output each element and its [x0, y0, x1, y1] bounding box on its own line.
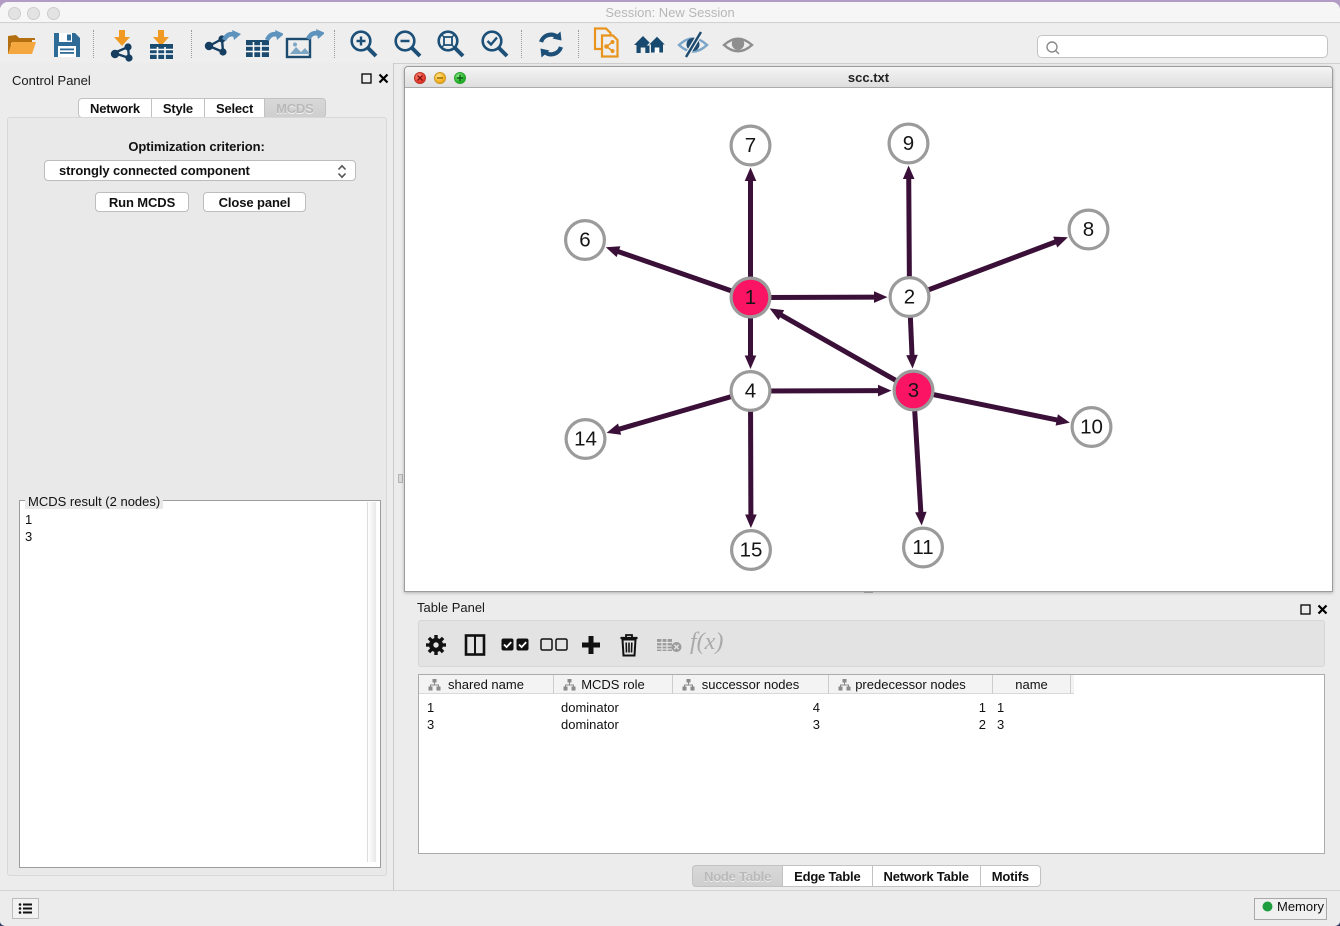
svg-text:10: 10 [1080, 416, 1103, 439]
svg-text:14: 14 [574, 428, 597, 451]
svg-text:6: 6 [579, 229, 590, 252]
svg-text:9: 9 [903, 132, 914, 155]
svg-text:2: 2 [904, 286, 915, 309]
svg-text:1: 1 [745, 286, 756, 309]
svg-text:8: 8 [1083, 218, 1094, 241]
svg-text:4: 4 [745, 380, 756, 403]
svg-text:15: 15 [740, 539, 763, 562]
svg-text:7: 7 [745, 134, 756, 157]
svg-text:11: 11 [912, 536, 933, 559]
svg-text:3: 3 [908, 379, 919, 402]
